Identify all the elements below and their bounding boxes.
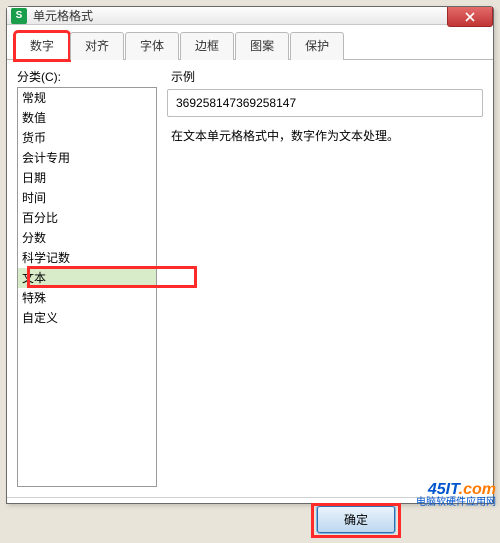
list-item[interactable]: 百分比 xyxy=(18,208,156,228)
tab-font[interactable]: 字体 xyxy=(125,32,179,60)
tab-bar: 数字 对齐 字体 边框 图案 保护 xyxy=(7,25,493,60)
list-item[interactable]: 日期 xyxy=(18,168,156,188)
close-icon xyxy=(465,12,475,22)
detail-pane: 示例 369258147369258147 在文本单元格格式中，数字作为文本处理… xyxy=(167,68,483,487)
list-item[interactable]: 货币 xyxy=(18,128,156,148)
ok-button[interactable]: 确定 xyxy=(317,506,395,533)
category-label: 分类(C): xyxy=(17,68,157,85)
titlebar[interactable]: S 单元格格式 xyxy=(7,7,493,25)
list-item[interactable]: 科学记数 xyxy=(18,248,156,268)
window-title: 单元格格式 xyxy=(33,7,93,24)
list-item[interactable]: 数值 xyxy=(18,108,156,128)
list-item[interactable]: 特殊 xyxy=(18,288,156,308)
list-item[interactable]: 常规 xyxy=(18,88,156,108)
list-item[interactable]: 会计专用 xyxy=(18,148,156,168)
example-value: 369258147369258147 xyxy=(176,96,296,110)
list-item[interactable]: 时间 xyxy=(18,188,156,208)
close-button[interactable] xyxy=(447,7,493,27)
format-cells-dialog: S 单元格格式 数字 对齐 字体 边框 图案 保护 分类(C): 常规数值货币会… xyxy=(6,6,494,504)
button-bar: 确定 取消 xyxy=(7,497,493,543)
list-item[interactable]: 自定义 xyxy=(18,308,156,328)
list-item[interactable]: 分数 xyxy=(18,228,156,248)
tab-pattern[interactable]: 图案 xyxy=(235,32,289,60)
app-icon: S xyxy=(11,8,27,24)
category-pane: 分类(C): 常规数值货币会计专用日期时间百分比分数科学记数文本特殊自定义 xyxy=(17,68,157,487)
tab-number[interactable]: 数字 xyxy=(15,32,69,60)
tab-border[interactable]: 边框 xyxy=(180,32,234,60)
format-description: 在文本单元格格式中，数字作为文本处理。 xyxy=(167,127,483,145)
example-label: 示例 xyxy=(171,68,483,85)
example-box: 369258147369258147 xyxy=(167,89,483,117)
list-item[interactable]: 文本 xyxy=(18,268,156,288)
tab-content: 分类(C): 常规数值货币会计专用日期时间百分比分数科学记数文本特殊自定义 示例… xyxy=(7,60,493,497)
category-listbox[interactable]: 常规数值货币会计专用日期时间百分比分数科学记数文本特殊自定义 xyxy=(17,87,157,487)
tab-protect[interactable]: 保护 xyxy=(290,32,344,60)
tab-align[interactable]: 对齐 xyxy=(70,32,124,60)
